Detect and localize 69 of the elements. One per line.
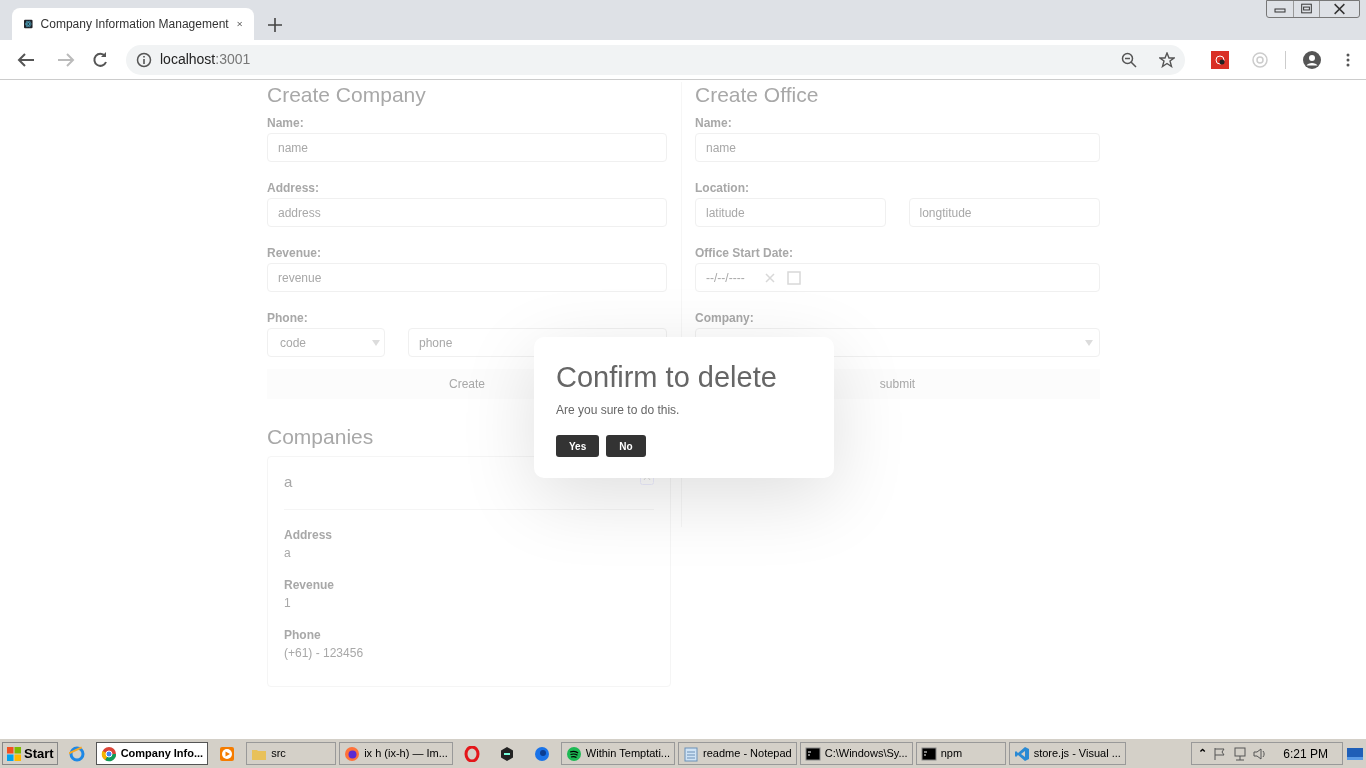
speaker-icon[interactable] bbox=[1253, 746, 1268, 761]
browser-icon bbox=[100, 745, 117, 762]
detail-value: (+61) - 123456 bbox=[284, 646, 365, 660]
plus-icon[interactable] bbox=[268, 18, 282, 32]
dialog-button[interactable]: No bbox=[606, 435, 646, 457]
taskbar-button[interactable]: C:\Windows\Sy... bbox=[799, 742, 913, 765]
address-bar[interactable]: localhost:3001 bbox=[126, 44, 1185, 75]
field-label: Name: bbox=[267, 116, 305, 130]
dialog-button[interactable]: Yes bbox=[556, 435, 600, 457]
hexagon-icon bbox=[498, 745, 515, 762]
star-icon[interactable] bbox=[1159, 51, 1175, 68]
taskbar-button[interactable]: readme - Notepad bbox=[678, 742, 797, 765]
field-label: Name: bbox=[695, 116, 733, 130]
sound-waves-icon bbox=[565, 745, 582, 762]
field-label: Office Start Date: bbox=[695, 246, 795, 260]
ring-icon bbox=[463, 745, 480, 762]
windows-logo-icon bbox=[6, 745, 22, 762]
tab-title: Company Information Management bbox=[40, 16, 229, 33]
section-title: Create Company bbox=[267, 82, 427, 108]
taskbar-button[interactable]: npm bbox=[915, 742, 1006, 765]
globe-icon bbox=[68, 745, 85, 762]
clock: 6:21 PM bbox=[1283, 745, 1328, 763]
placeholder: phone bbox=[419, 334, 453, 352]
flag-icon[interactable] bbox=[1213, 746, 1228, 761]
section-title: Create Office bbox=[695, 82, 820, 108]
network-icon[interactable] bbox=[1233, 746, 1248, 761]
code-editor-icon bbox=[1013, 745, 1030, 762]
placeholder: address bbox=[278, 204, 321, 222]
placeholder: latitude bbox=[706, 204, 745, 222]
profile-icon[interactable] bbox=[1302, 49, 1322, 70]
terminal-icon bbox=[920, 745, 937, 762]
taskbar-button[interactable]: Within Temptati... bbox=[560, 742, 676, 765]
field-label: Address: bbox=[267, 181, 320, 195]
field-label: Phone: bbox=[267, 311, 309, 325]
info-icon bbox=[136, 51, 152, 68]
placeholder: revenue bbox=[278, 269, 322, 287]
zoom-out-icon[interactable] bbox=[1121, 51, 1137, 68]
taskbar-button[interactable]: src bbox=[246, 742, 337, 765]
expand-tray-button[interactable]: ⌃ bbox=[1198, 745, 1208, 762]
date-placeholder: --/--/---- bbox=[706, 269, 745, 287]
caret-icon bbox=[1085, 339, 1093, 346]
dialog-message: Are you sure to do this. bbox=[556, 402, 681, 419]
caret-icon bbox=[372, 339, 380, 346]
field-label: Location: bbox=[695, 181, 750, 195]
detail-value: 1 bbox=[284, 596, 292, 610]
taskbar-button[interactable]: Company Info... bbox=[95, 742, 209, 765]
show-desktop-icon[interactable] bbox=[1346, 745, 1364, 762]
notepad-icon bbox=[683, 745, 700, 762]
detail-label: Revenue bbox=[284, 578, 336, 592]
browser-tab[interactable]: Company Information Management bbox=[12, 8, 254, 40]
company-name: a bbox=[284, 471, 293, 492]
url-text: localhost:3001 bbox=[160, 50, 252, 69]
start-button[interactable]: Start bbox=[2, 742, 58, 765]
globe-icon bbox=[533, 745, 550, 762]
detail-value: a bbox=[284, 546, 292, 560]
terminal-icon bbox=[804, 745, 821, 762]
field-label: Company: bbox=[695, 311, 755, 325]
detail-label: Address bbox=[284, 528, 334, 542]
taskbar-button[interactable]: store.js - Visual ... bbox=[1008, 742, 1126, 765]
close-icon[interactable] bbox=[236, 19, 242, 29]
section-title: Companies bbox=[267, 424, 374, 450]
play-icon bbox=[219, 745, 236, 762]
detail-label: Phone bbox=[284, 628, 322, 642]
taskbar-button[interactable]: ix h (ix-h) — Im... bbox=[339, 742, 453, 765]
placeholder: longtitude bbox=[919, 204, 972, 222]
extension-icon[interactable] bbox=[1211, 50, 1229, 69]
placeholder: name bbox=[278, 139, 309, 157]
field-label: Revenue: bbox=[267, 246, 323, 260]
placeholder: name bbox=[706, 139, 737, 157]
